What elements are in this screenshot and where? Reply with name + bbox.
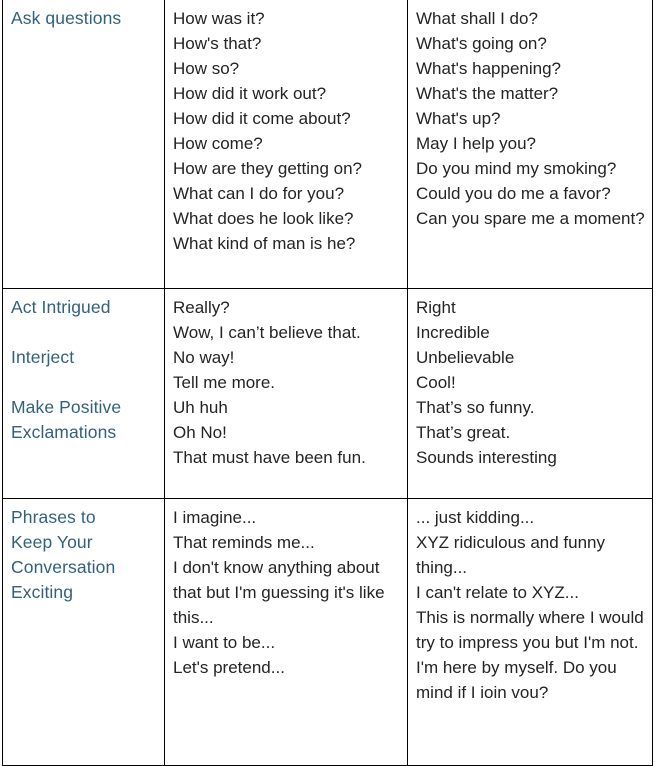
- phrase-line: How are they getting on?: [173, 159, 363, 178]
- category-heading-line: Phrases to: [11, 507, 96, 527]
- category-heading-act-intrigued: Act Intrigued: [11, 295, 158, 320]
- phrase-line: That reminds me...: [173, 533, 315, 552]
- category-heading-line: Ask questions: [11, 8, 122, 28]
- phrase-line: Wow, I can’t believe that.: [173, 323, 361, 342]
- category-heading-line: Make Positive: [11, 397, 122, 417]
- phrase-line: Uh huh: [173, 398, 228, 417]
- page-canvas: Ask questions How was it? How's that? Ho…: [0, 0, 658, 766]
- phrase-line: What does he look like?: [173, 209, 354, 228]
- table-row-phrases-to-keep-conversation-exciting: Phrases to Keep Your Conversation Exciti…: [2, 498, 653, 766]
- phrase-line: How was it?: [173, 9, 265, 28]
- phrase-line: That must have been fun.: [173, 448, 366, 467]
- phrase-line: Sounds interesting: [416, 448, 557, 467]
- phrases-cell-act-intrigued-middle: Really? Wow, I can’t believe that. No wa…: [164, 288, 408, 499]
- category-cell-ask-questions: Ask questions: [2, 0, 165, 289]
- phrase-line: What's up?: [416, 109, 501, 128]
- phrase-line: That’s great.: [416, 423, 511, 442]
- phrases-cell-act-intrigued-right: Right Incredible Unbelievable Cool! That…: [407, 288, 653, 499]
- phrase-line: What's going on?: [416, 34, 547, 53]
- phrase-line: XYZ ridiculous and funny thing...: [416, 533, 610, 577]
- phrase-line: Really?: [173, 298, 230, 317]
- category-heading-line: Exclamations: [11, 422, 117, 442]
- table-row-act-intrigued: Act Intrigued Interject Make Positive Ex…: [2, 288, 653, 499]
- phrase-line: What kind of man is he?: [173, 234, 356, 253]
- phrase-line: How did it come about?: [173, 109, 351, 128]
- category-cell-phrases-to-keep-conversation-exciting: Phrases to Keep Your Conversation Exciti…: [2, 498, 165, 766]
- table-body: Ask questions How was it? How's that? Ho…: [2, 0, 653, 766]
- phrase-line: ... just kidding...: [416, 508, 535, 527]
- phrase-line: How come?: [173, 134, 263, 153]
- phrase-line: This is normally where I would try to im…: [416, 608, 649, 652]
- phrase-line: Could you do me a favor?: [416, 184, 611, 203]
- phrase-line: Tell me more.: [173, 373, 276, 392]
- phrase-line: No way!: [173, 348, 235, 367]
- phrase-line: That’s so funny.: [416, 398, 535, 417]
- phrases-cell-ask-questions-right: What shall I do? What's going on? What's…: [407, 0, 653, 289]
- phrase-line: How so?: [173, 59, 240, 78]
- category-heading-make-positive-exclamations: Make Positive Exclamations: [11, 395, 158, 445]
- phrases-cell-keep-exciting-right: ... just kidding... XYZ ridiculous and f…: [407, 498, 653, 766]
- category-heading-line: Keep Your: [11, 532, 93, 552]
- phrase-line: I'm here by myself. Do you mind if I ioi…: [416, 658, 622, 702]
- phrase-line: Do you mind my smoking?: [416, 159, 617, 178]
- phrase-line: I imagine...: [173, 508, 257, 527]
- phrase-line: Can you spare me a moment?: [416, 209, 645, 228]
- category-heading-line: Interject: [11, 347, 75, 367]
- category-heading-line: Conversation: [11, 557, 116, 577]
- phrase-line: Oh No!: [173, 423, 227, 442]
- phrase-line: Unbelievable: [416, 348, 515, 367]
- table-row-ask-questions: Ask questions How was it? How's that? Ho…: [2, 0, 653, 289]
- phrase-line: I can't relate to XYZ...: [416, 583, 579, 602]
- phrase-line: How's that?: [173, 34, 262, 53]
- phrase-line: What's happening?: [416, 59, 562, 78]
- phrase-line: What shall I do?: [416, 9, 538, 28]
- category-heading-line: Exciting: [11, 582, 74, 602]
- phrases-cell-ask-questions-middle: How was it? How's that? How so? How did …: [164, 0, 408, 289]
- phrase-line: May I help you?: [416, 134, 537, 153]
- phrase-line: What can I do for you?: [173, 184, 345, 203]
- phrase-line: Cool!: [416, 373, 456, 392]
- category-heading-ask-questions: Ask questions: [11, 6, 158, 31]
- conversation-phrases-table: Ask questions How was it? How's that? Ho…: [2, 0, 653, 766]
- phrase-line: Incredible: [416, 323, 490, 342]
- phrases-cell-keep-exciting-middle: I imagine... That reminds me... I don't …: [164, 498, 408, 766]
- phrase-line: Right: [416, 298, 456, 317]
- category-cell-act-intrigued: Act Intrigued Interject Make Positive Ex…: [2, 288, 165, 499]
- category-heading-phrases-to-keep-conversation-exciting: Phrases to Keep Your Conversation Exciti…: [11, 505, 158, 605]
- category-heading-line: Act Intrigued: [11, 297, 111, 317]
- phrase-line: I don't know anything about that but I'm…: [173, 558, 390, 627]
- phrase-line: What's the matter?: [416, 84, 559, 103]
- phrase-line: Let's pretend...: [173, 658, 285, 677]
- phrase-line: How did it work out?: [173, 84, 327, 103]
- category-heading-interject: Interject: [11, 345, 158, 370]
- phrase-line: I want to be...: [173, 633, 276, 652]
